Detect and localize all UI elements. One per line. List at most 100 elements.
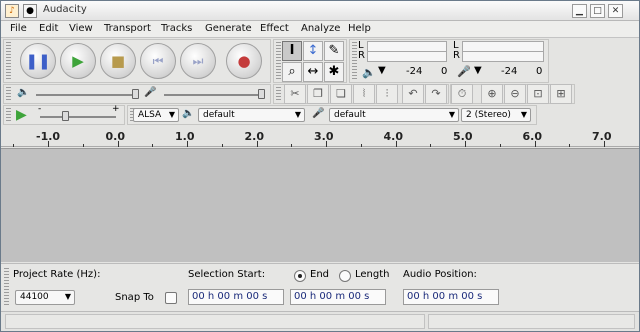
zoom-in-button[interactable]: ⊕ [481,84,503,104]
ruler-tick [187,141,188,147]
ruler-label: 5.0 [453,130,473,143]
toolbar-grip[interactable] [276,87,281,101]
timeline-ruler[interactable]: -1.0 0.0 1.0 2.0 3.0 4.0 5.0 6.0 7.0 [1,127,639,147]
ruler-tick [48,141,49,147]
time-shift-tool[interactable]: ↔ [303,62,323,82]
toolbar-grip[interactable] [6,87,11,101]
menu-file[interactable]: File [10,23,27,34]
toolbar-grip[interactable] [6,42,11,80]
input-channels-value: 2 (Stereo) [466,110,511,120]
selection-start-label: Selection Start: [188,269,266,280]
menu-view[interactable]: View [69,23,93,34]
play-button[interactable]: ▶ [60,43,96,79]
selection-tool[interactable]: I [282,41,302,61]
chevron-down-icon: ▼ [294,110,301,119]
input-channels-select[interactable]: 2 (Stereo) ▼ [461,108,531,122]
playback-meter-dropdown[interactable]: ▼ [378,65,386,76]
toolbar-grip[interactable] [4,268,9,307]
record-volume-thumb[interactable] [258,89,265,99]
length-radio[interactable] [339,270,351,282]
toolbar-grip[interactable] [276,42,281,80]
envelope-tool[interactable]: ↕ [303,41,323,61]
undo-icon: ↶ [408,87,418,100]
record-volume-track[interactable] [164,94,264,96]
chevron-down-icon: ▼ [520,110,527,119]
ruler-label: 2.0 [244,130,265,143]
menu-effect[interactable]: Effect [260,23,289,34]
snap-to-checkbox[interactable] [165,292,177,304]
record-button[interactable]: ● [226,43,262,79]
ruler-tick [13,144,15,147]
ruler-tick [395,141,397,147]
close-button[interactable]: ✕ [608,4,623,18]
fit-project-button[interactable]: ⊞ [550,84,572,104]
toolbar-grip[interactable] [352,42,357,80]
window-menu-icon[interactable]: ● [23,4,37,18]
speed-slider-thumb[interactable] [62,111,69,121]
input-device-select[interactable]: default ▼ [329,108,459,122]
zoom-in-icon: ⊕ [487,87,497,100]
fit-selection-button[interactable]: ⊡ [527,84,549,104]
playback-volume-thumb[interactable] [132,89,139,99]
copy-button[interactable]: ❐ [307,84,329,104]
skip-to-end-icon: ⏭ [192,54,204,68]
status-pane-rate [428,314,635,329]
speaker-icon: 🔈 [182,108,195,119]
audio-position-time[interactable]: 00 h 00 m 00 s [403,289,499,305]
draw-tool[interactable]: ✎ [324,41,344,61]
microphone-icon: 🎤 [144,87,157,98]
silence-button[interactable]: ⫶ [376,84,398,104]
app-icon: ♪ [5,4,19,18]
selection-end-time[interactable]: 00 h 00 m 00 s [290,289,386,305]
record-meter-tick: -24 [501,66,518,77]
meter-toolbar: L R L R 🔈 ▼ -24 0 🎤 ▼ -24 0 [349,39,549,83]
stop-icon: ■ [110,52,126,70]
cut-icon: ✂ [290,87,300,100]
ruler-label: 1.0 [175,130,195,143]
undo-button[interactable]: ↶ [402,84,424,104]
zoom-tool[interactable]: ⌕ [282,62,302,82]
menu-tracks[interactable]: Tracks [161,23,192,34]
play-at-speed-icon[interactable]: ▶ [16,107,27,123]
trim-button[interactable]: ⦚ [353,84,375,104]
playback-meter-tick: 0 [441,66,448,77]
toolbar-grip[interactable] [6,108,11,122]
minimize-button[interactable]: ▁ [572,4,587,18]
sync-lock-button[interactable]: ⏱ [451,84,473,104]
output-device-value: default [203,110,235,120]
selection-start-time[interactable]: 00 h 00 m 00 s [188,289,284,305]
slider-min-mark: - [38,104,42,114]
play-icon: ▶ [72,52,84,70]
menu-edit[interactable]: Edit [39,23,58,34]
menu-generate[interactable]: Generate [205,23,252,34]
audio-host-select[interactable]: ALSA ▼ [133,108,179,122]
ruler-tick [152,144,154,147]
paste-icon: ❏ [336,87,346,100]
speed-slider-track[interactable] [40,116,116,118]
end-radio[interactable] [294,270,306,282]
selection-start-value: 00 h 00 m 00 s [192,291,268,302]
ruler-tick [604,141,605,147]
stop-button[interactable]: ■ [100,43,136,79]
menu-help[interactable]: Help [348,23,371,34]
record-meter-dropdown[interactable]: ▼ [474,65,482,76]
pause-button[interactable]: ❚❚ [20,43,56,79]
sync-lock-icon: ⏱ [457,87,467,100]
playback-volume-track[interactable] [36,94,136,96]
record-meter-tick: 0 [536,66,543,77]
multi-tool[interactable]: ✱ [324,62,344,82]
track-area[interactable] [1,148,639,262]
maximize-button[interactable]: □ [590,4,605,18]
zoom-out-button[interactable]: ⊖ [504,84,526,104]
menu-analyze[interactable]: Analyze [301,23,340,34]
project-rate-select[interactable]: 44100 ▼ [15,290,75,305]
skip-to-end-button[interactable]: ⏭ [180,43,216,79]
ruler-tick [465,141,466,147]
skip-to-start-button[interactable]: ⏮ [140,43,176,79]
redo-button[interactable]: ↷ [425,84,447,104]
cut-button[interactable]: ✂ [284,84,306,104]
output-device-select[interactable]: default ▼ [198,108,305,122]
paste-button[interactable]: ❏ [330,84,352,104]
menu-transport[interactable]: Transport [104,23,151,34]
ruler-label: 6.0 [522,130,543,143]
